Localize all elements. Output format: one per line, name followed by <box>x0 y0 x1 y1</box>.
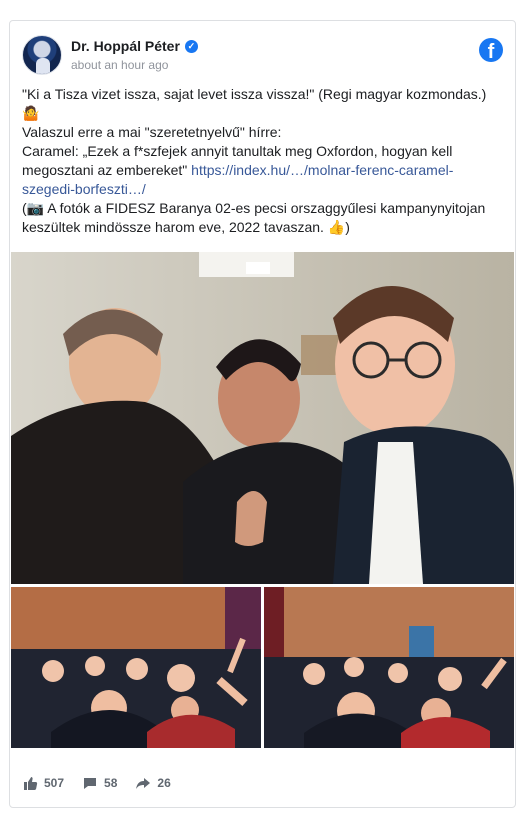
shrug-emoji: 🤷 <box>22 105 40 121</box>
crowd-photo-right-art <box>264 587 514 748</box>
shares-count: 26 <box>157 776 171 790</box>
post-text: "Ki a Tisza vizet issza, sajat levet iss… <box>22 85 504 237</box>
post-header: Dr. Hoppál Péter ✓ about an hour ago f <box>22 35 503 75</box>
thumbs-up-icon <box>24 777 38 790</box>
post-time[interactable]: about an hour ago <box>71 58 168 72</box>
crowd-photo-right[interactable] <box>264 587 514 748</box>
comments-count: 58 <box>104 776 118 790</box>
comments-stat[interactable]: 58 <box>82 775 117 791</box>
post-line-6: (📷 A fotók a FIDESZ Baranya 02-es pecsi … <box>22 200 486 235</box>
verified-badge-icon: ✓ <box>184 39 198 53</box>
post-line-4: Caramel: „Ezek a f*szfejek annyit tanult… <box>22 143 454 197</box>
shares-stat[interactable]: 26 <box>135 775 171 791</box>
facebook-post-card: Dr. Hoppál Péter ✓ about an hour ago f "… <box>9 20 516 808</box>
crowd-photo-left[interactable] <box>11 587 261 748</box>
author-name[interactable]: Dr. Hoppál Péter <box>71 38 180 54</box>
crowd-photo-left-art <box>11 587 261 748</box>
author-avatar[interactable] <box>22 35 62 75</box>
post-stats: 507 58 26 <box>22 773 171 793</box>
facebook-logo-icon[interactable]: f <box>479 38 503 62</box>
likes-count: 507 <box>44 776 65 790</box>
selfie-photo-art <box>11 252 514 584</box>
author-name-row: Dr. Hoppál Péter ✓ <box>71 38 198 54</box>
likes-stat[interactable]: 507 <box>22 775 64 791</box>
share-icon <box>136 778 151 789</box>
selfie-photo[interactable] <box>11 252 514 584</box>
post-line-1: "Ki a Tisza vizet issza, sajat levet iss… <box>22 86 487 102</box>
post-line-3: Valaszul erre a mai "szeretetnyelvű" hír… <box>22 124 282 140</box>
comment-icon <box>84 778 97 789</box>
